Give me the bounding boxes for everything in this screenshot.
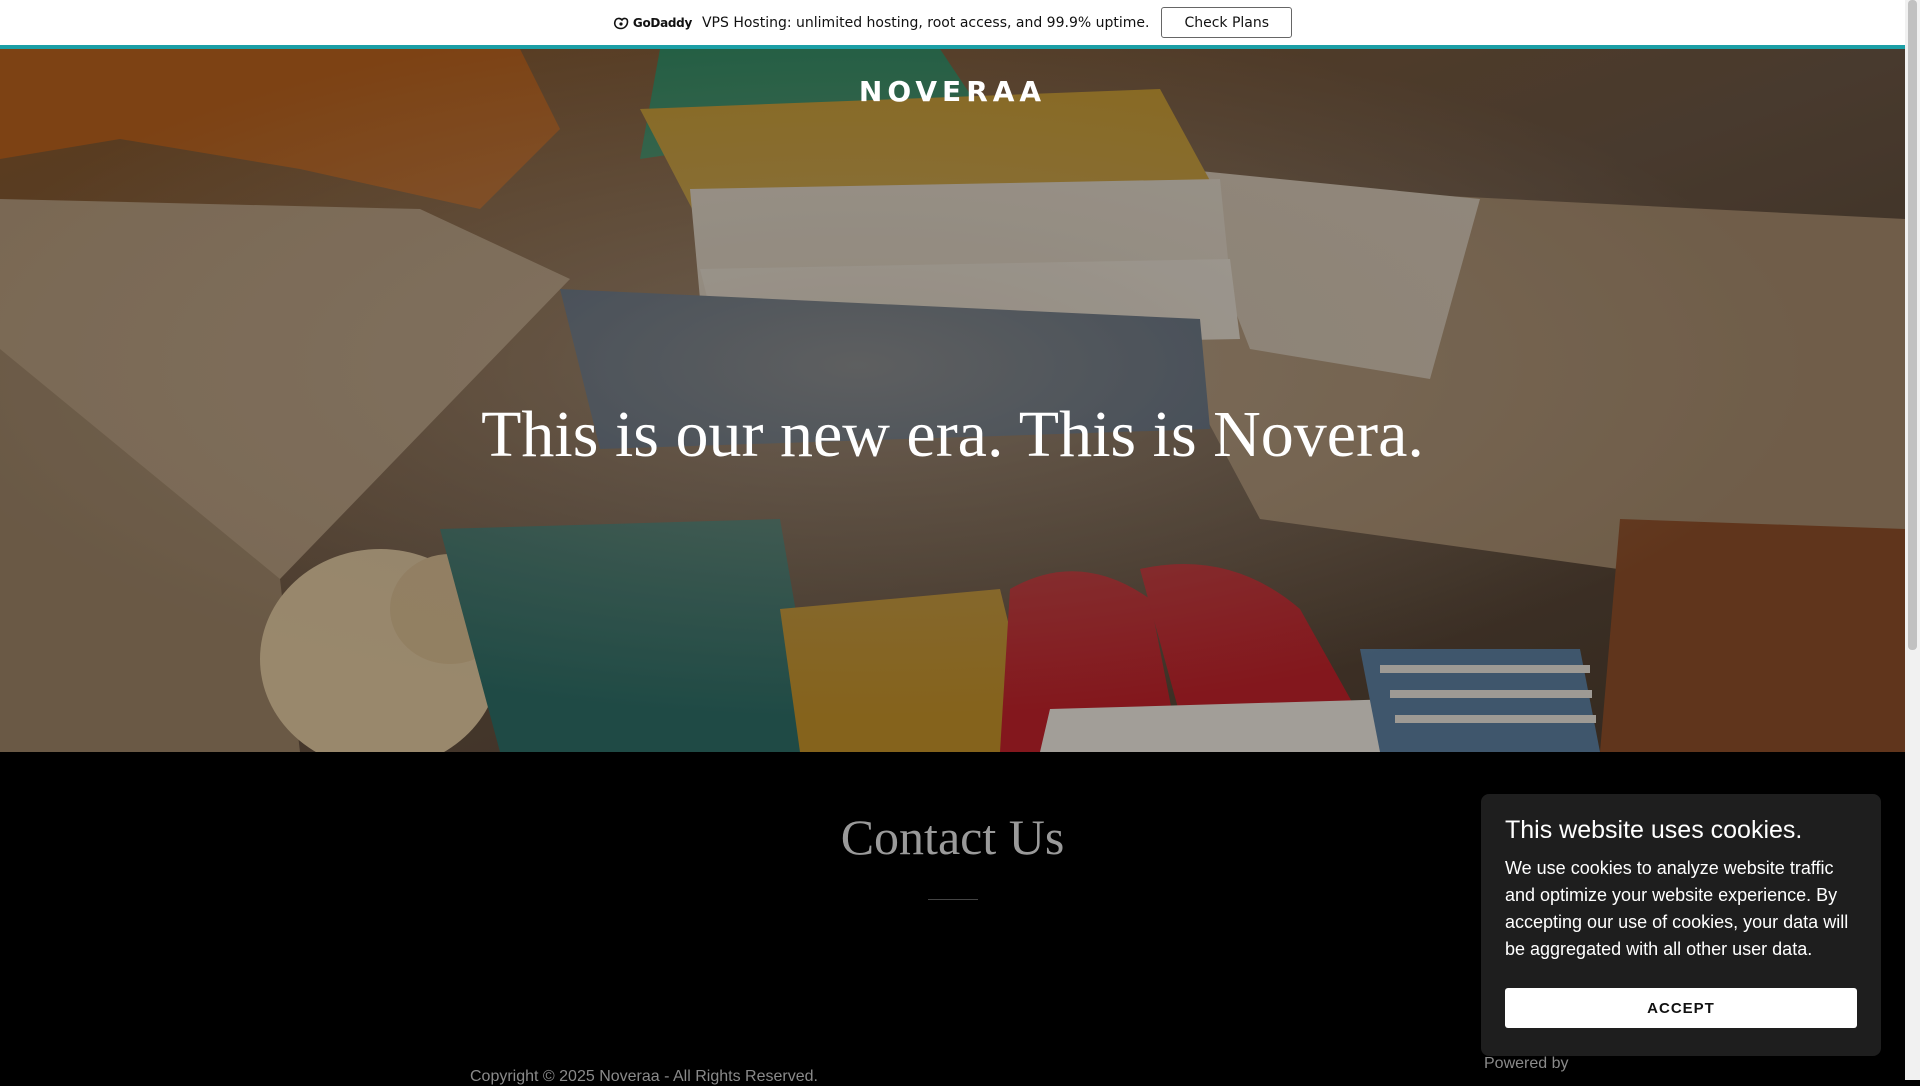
footer-powered-by: Powered by — [1484, 1055, 1569, 1072]
godaddy-icon — [613, 17, 629, 29]
site-brand-title[interactable]: NOVERAA — [0, 75, 1905, 108]
section-divider — [928, 899, 978, 900]
cookie-consent-dialog: This website uses cookies. We use cookie… — [1481, 794, 1881, 1056]
cookie-body: We use cookies to analyze website traffi… — [1505, 858, 1849, 959]
check-plans-button[interactable]: Check Plans — [1161, 7, 1293, 38]
godaddy-logo-text: GoDaddy — [632, 15, 692, 30]
scrollbar-thumb[interactable] — [1908, 0, 1917, 650]
page-scrollbar[interactable] — [1905, 0, 1920, 1080]
footer-copyright: Copyright © 2025 Noveraa - All Rights Re… — [470, 1068, 818, 1085]
promo-bar: GoDaddy VPS Hosting: unlimited hosting, … — [0, 0, 1905, 49]
cookie-title: This website uses cookies. — [1505, 816, 1803, 844]
accept-cookies-button[interactable]: ACCEPT — [1505, 988, 1857, 1028]
promo-text: VPS Hosting: unlimited hosting, root acc… — [701, 14, 1150, 31]
hero-section: NOVERAA This is our new era. This is Nov… — [0, 49, 1905, 752]
godaddy-logo[interactable]: GoDaddy — [613, 16, 692, 30]
hero-headline: This is our new era. This is Novera. — [481, 398, 1424, 471]
